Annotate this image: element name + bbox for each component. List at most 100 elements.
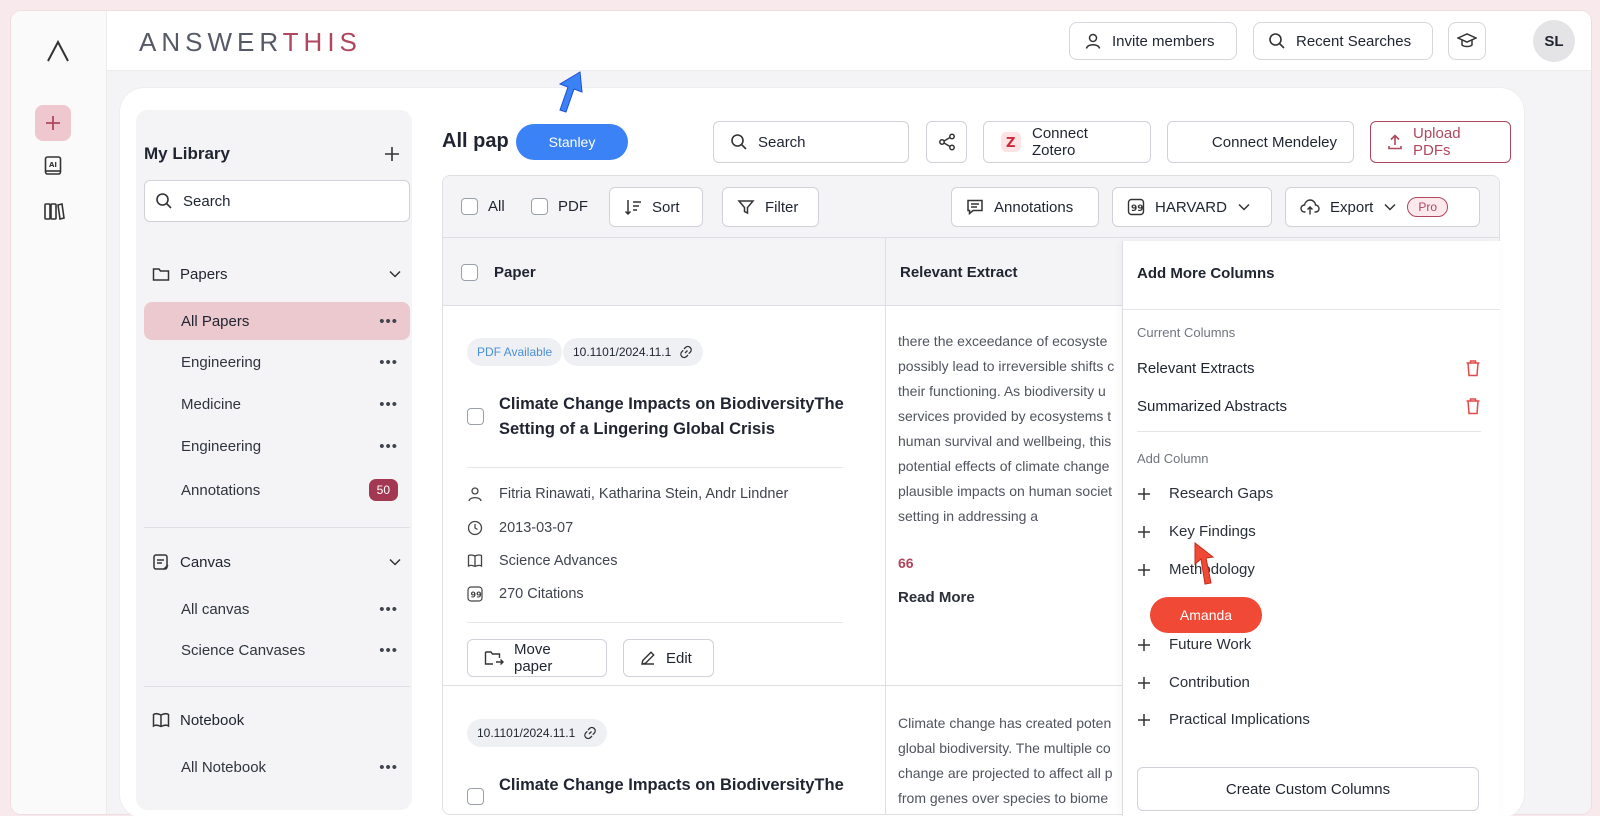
more-icon[interactable]: ••• — [379, 642, 398, 659]
create-custom-columns-button[interactable]: Create Custom Columns — [1137, 767, 1479, 811]
zotero-icon: Z — [1000, 131, 1022, 153]
filter-icon — [737, 198, 755, 216]
select-all-checkbox[interactable] — [461, 264, 478, 281]
citation-style-select[interactable]: 99 HARVARD — [1112, 187, 1272, 227]
sort-icon — [624, 198, 642, 216]
quote-icon: 99 — [467, 586, 483, 602]
invite-members-button[interactable]: Invite members — [1069, 22, 1237, 60]
svg-text:99: 99 — [1131, 204, 1144, 214]
column-header-extract[interactable]: Relevant Extract — [900, 264, 1018, 281]
sidebar-item-medicine[interactable]: Medicine ••• — [144, 385, 410, 423]
upload-icon — [1387, 134, 1403, 150]
annotations-button[interactable]: Annotations — [951, 187, 1099, 227]
paper-checkbox[interactable] — [467, 408, 484, 430]
checkbox[interactable] — [531, 198, 548, 215]
checkbox[interactable] — [461, 198, 478, 215]
current-columns-heading: Current Columns — [1137, 325, 1236, 340]
ai-book-icon[interactable]: AI — [43, 155, 63, 177]
trash-icon[interactable] — [1465, 359, 1481, 377]
sidebar-item-science-canvases[interactable]: Science Canvases ••• — [144, 631, 410, 669]
more-icon[interactable]: ••• — [379, 396, 398, 413]
chevron-down-icon — [388, 555, 402, 569]
graduation-cap-button[interactable] — [1448, 22, 1486, 60]
recent-searches-button[interactable]: Recent Searches — [1253, 22, 1433, 60]
trash-icon[interactable] — [1465, 397, 1481, 415]
column-header-paper[interactable]: Paper — [461, 264, 536, 281]
divider — [1137, 431, 1481, 432]
logo-icon[interactable] — [45, 38, 71, 64]
connect-zotero-button[interactable]: Z Connect Zotero — [983, 121, 1151, 163]
library-sidebar: My Library Search Papers All Papers ••• E… — [136, 110, 412, 810]
paper-citations: 99 270 Citations — [467, 586, 584, 602]
cursor-arrow-icon — [1193, 541, 1219, 587]
brand-logo: ANSWERTHIS — [139, 27, 362, 57]
more-icon[interactable]: ••• — [379, 313, 398, 330]
upload-pdfs-button[interactable]: Upload PDFs — [1370, 121, 1511, 163]
doi-tag[interactable]: 10.1101/2024.11.1 — [467, 719, 608, 747]
add-column-future-work[interactable]: Future Work — [1137, 636, 1251, 653]
relevant-extract: there the exceedance of ecosyste possibl… — [898, 333, 1115, 524]
search-input[interactable]: Search — [713, 121, 909, 163]
more-icon[interactable]: ••• — [379, 354, 398, 371]
plus-icon — [1137, 713, 1151, 727]
add-folder-button[interactable] — [384, 146, 400, 162]
sidebar-item-all-papers[interactable]: All Papers ••• — [144, 302, 410, 340]
paper-checkbox[interactable] — [467, 788, 484, 810]
more-icon[interactable]: ••• — [379, 438, 398, 455]
share-button[interactable] — [926, 121, 967, 163]
svg-text:99: 99 — [471, 591, 483, 600]
library-search-input[interactable]: Search — [144, 180, 410, 222]
papers-group-header[interactable]: Papers — [144, 256, 410, 292]
plus-icon — [1137, 676, 1151, 690]
current-column-summarized-abstracts: Summarized Abstracts — [1137, 397, 1481, 415]
link-icon — [679, 345, 693, 359]
paper-title[interactable]: Climate Change Impacts on BiodiversityTh… — [499, 392, 859, 442]
paper-authors: Fitria Rinawati, Katharina Stein, Andr L… — [467, 486, 788, 502]
export-button[interactable]: Export Pro — [1285, 187, 1480, 227]
search-icon — [1268, 32, 1286, 50]
paper-journal: Science Advances — [467, 553, 618, 569]
clock-icon — [467, 520, 483, 536]
filter-all-checkbox[interactable]: All — [461, 198, 505, 215]
svg-text:Z: Z — [1006, 136, 1015, 151]
canvas-group-header[interactable]: Canvas — [144, 544, 410, 580]
filter-pdf-checkbox[interactable]: PDF — [531, 198, 588, 215]
cursor-arrow-icon — [554, 70, 586, 114]
share-icon — [938, 133, 956, 151]
user-icon — [1084, 32, 1102, 50]
add-column-key-findings[interactable]: Key Findings — [1137, 523, 1256, 540]
cloud-upload-icon — [1300, 198, 1320, 216]
filter-button[interactable]: Filter — [722, 187, 819, 227]
plus-icon — [1137, 638, 1151, 652]
doi-tag[interactable]: 10.1101/2024.11.1 — [563, 338, 704, 366]
more-icon[interactable]: ••• — [379, 759, 398, 776]
collaborator-label-amanda: Amanda — [1150, 597, 1262, 633]
sidebar-item-all-notebook[interactable]: All Notebook ••• — [144, 748, 410, 786]
left-rail: AI — [11, 11, 107, 814]
edit-button[interactable]: Edit — [623, 639, 714, 677]
sidebar-item-annotations[interactable]: Annotations 50 — [144, 471, 410, 509]
divider — [144, 527, 410, 528]
sidebar-item-all-canvas[interactable]: All canvas ••• — [144, 590, 410, 628]
paper-title[interactable]: Climate Change Impacts on BiodiversityTh… — [499, 773, 859, 798]
add-column-contribution[interactable]: Contribution — [1137, 674, 1250, 691]
notebook-group-header[interactable]: Notebook — [144, 702, 410, 738]
add-column-research-gaps[interactable]: Research Gaps — [1137, 485, 1273, 502]
sidebar-item-engineering-2[interactable]: Engineering ••• — [144, 427, 410, 465]
read-more-link[interactable]: Read More — [898, 589, 975, 606]
new-button[interactable] — [35, 105, 71, 141]
sidebar-item-engineering[interactable]: Engineering ••• — [144, 343, 410, 381]
divider — [1123, 309, 1500, 310]
more-icon[interactable]: ••• — [379, 601, 398, 618]
library-icon[interactable] — [43, 201, 65, 221]
connect-mendeley-button[interactable]: Connect Mendeley — [1167, 121, 1354, 163]
current-column-relevant-extracts: Relevant Extracts — [1137, 359, 1481, 377]
sort-button[interactable]: Sort — [609, 187, 703, 227]
page-title: All pap — [442, 130, 509, 152]
add-column-practical-implications[interactable]: Practical Implications — [1137, 711, 1310, 728]
chevron-down-icon — [388, 267, 402, 281]
add-columns-panel: Add More Columns Current Columns Relevan… — [1122, 241, 1500, 816]
avatar[interactable]: SL — [1533, 20, 1575, 62]
count-badge: 50 — [368, 479, 398, 501]
move-paper-button[interactable]: Move paper — [467, 639, 607, 677]
